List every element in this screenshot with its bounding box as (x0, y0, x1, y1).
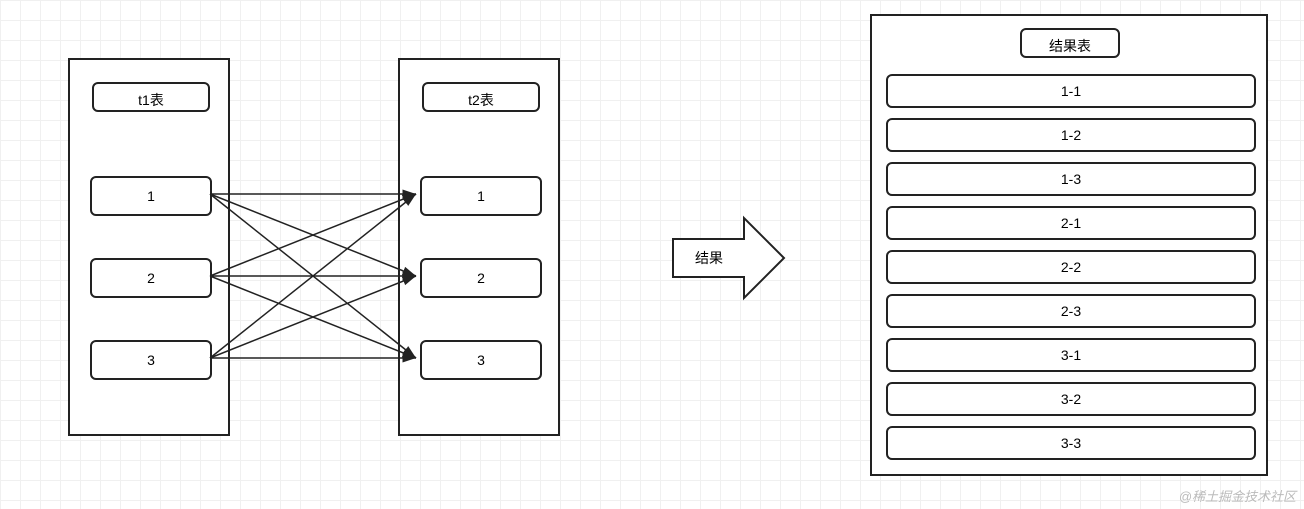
t1-title: t1表 (92, 82, 210, 112)
result-row: 1-3 (886, 162, 1256, 196)
t2-table: t2表 1 2 3 (398, 58, 560, 436)
result-row: 3-1 (886, 338, 1256, 372)
t1-row: 1 (90, 176, 212, 216)
result-row: 1-1 (886, 74, 1256, 108)
t2-row: 2 (420, 258, 542, 298)
result-row: 2-3 (886, 294, 1256, 328)
result-title: 结果表 (1020, 28, 1120, 58)
result-row: 3-3 (886, 426, 1256, 460)
t2-row: 3 (420, 340, 542, 380)
t1-table: t1表 1 2 3 (68, 58, 230, 436)
result-row: 2-2 (886, 250, 1256, 284)
result-row: 3-2 (886, 382, 1256, 416)
result-table: 结果表 1-1 1-2 1-3 2-1 2-2 2-3 3-1 3-2 3-3 (870, 14, 1268, 476)
t1-row: 2 (90, 258, 212, 298)
result-row: 1-2 (886, 118, 1256, 152)
t2-row: 1 (420, 176, 542, 216)
result-row: 2-1 (886, 206, 1256, 240)
watermark: @稀土掘金技术社区 (1179, 486, 1296, 505)
t2-title: t2表 (422, 82, 540, 112)
t1-row: 3 (90, 340, 212, 380)
result-arrow-label: 结果 (695, 248, 723, 268)
result-arrow: 结果 (672, 238, 744, 278)
